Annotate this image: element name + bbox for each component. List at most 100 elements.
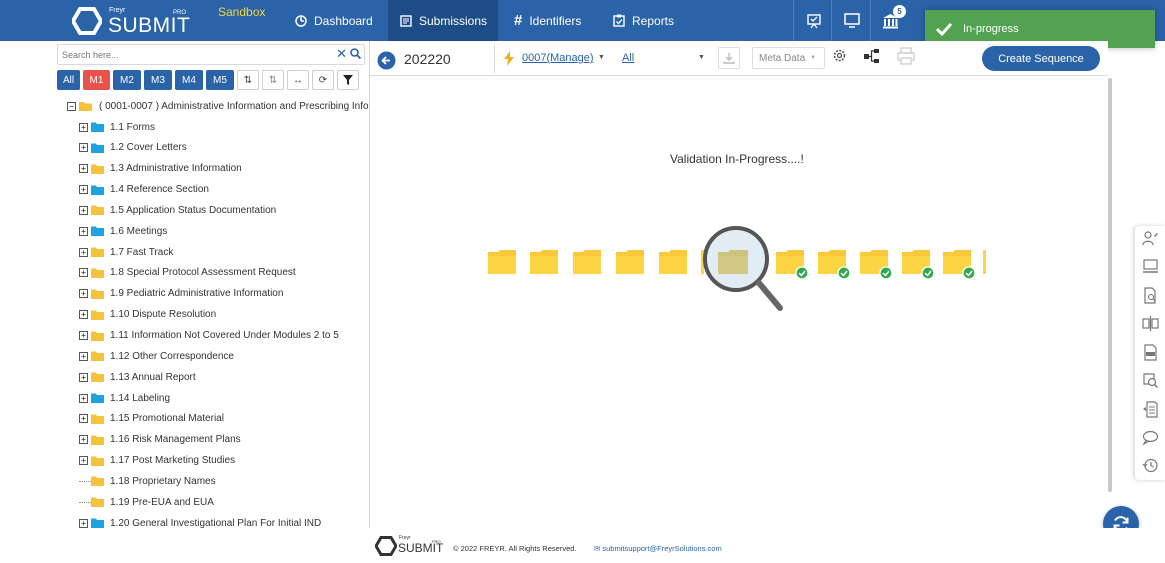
module-m5-button[interactable]: M5 [206,70,234,90]
search-icon[interactable] [350,48,361,59]
meta-data-dropdown[interactable]: Meta Data ▼ [752,47,825,69]
tree-node[interactable]: +1.14 Labeling [79,388,170,408]
tree-node[interactable]: +1.6 Meetings [79,221,167,241]
tree-node[interactable]: +1.11 Information Not Covered Under Modu… [79,326,339,346]
review-icon[interactable] [1142,372,1159,389]
sequence-number: 202220 [404,51,451,67]
tree-node[interactable]: +1.15 Promotional Material [79,409,224,429]
expand-node-icon[interactable]: + [79,518,88,528]
module-filter-bar: All M1 M2 M3 M4 M5 ⇅ ⇅ ↔ ⟳ [57,70,359,90]
footer-hexagon-icon [375,536,397,556]
tree-node[interactable]: 1.18 Proprietary Names [79,471,216,491]
open-folder-icon [79,101,92,111]
sort-desc-button[interactable]: ⇅ [262,70,284,90]
expand-node-icon[interactable]: + [79,122,88,132]
pdf-icon[interactable] [1142,344,1159,361]
refresh-icon: ⟳ [318,74,328,86]
tree-node-label: 1.13 Annual Report [110,371,196,383]
document-arrow-icon[interactable] [1142,401,1159,418]
brand-top-text: Freyr [109,7,126,14]
tree-node[interactable]: +1.5 Application Status Documentation [79,200,276,220]
tree-root-node[interactable]: − ( 0001-0007 ) Administrative Informati… [67,96,369,116]
folder-icon [91,247,104,258]
hexagon-logo-icon [72,7,102,35]
nav-reports[interactable]: Reports [613,0,674,41]
folder-icon [91,164,104,174]
expand-node-icon[interactable]: + [79,226,88,236]
module-m4-button[interactable]: M4 [175,70,203,90]
expand-node-icon[interactable]: + [79,143,88,153]
expand-node-icon[interactable]: + [79,393,88,403]
tree-node[interactable]: +1.16 Risk Management Plans [79,430,241,450]
expand-node-icon[interactable]: + [79,164,88,174]
manage-sequence-link[interactable]: 0007(Manage) [522,52,594,64]
main-scrollbar[interactable] [1108,78,1112,492]
tree-node[interactable]: +1.12 Other Correspondence [79,346,234,366]
dashboard-icon [295,14,307,27]
tree-node[interactable]: +1.17 Post Marketing Studies [79,451,235,471]
tree-search-input[interactable] [58,45,328,64]
support-email-link[interactable]: ✉ submitsupport@FreyrSolutions.com [594,544,722,553]
comment-icon[interactable] [1142,429,1159,446]
assign-icon[interactable] [1142,230,1159,247]
folder-icon [91,143,104,153]
expand-node-icon[interactable]: + [79,435,88,445]
view-filter-select[interactable]: All [622,52,634,64]
monitor-button[interactable] [831,0,871,41]
folder-icon [91,372,104,383]
computer-icon[interactable] [1142,258,1159,275]
print-icon[interactable] [896,47,916,65]
clear-search-icon[interactable]: ✕ [336,46,347,62]
bank-button[interactable]: 5 [870,0,910,41]
nav-submissions[interactable]: Submissions [388,0,498,41]
module-all-button[interactable]: All [57,70,80,90]
expand-node-icon[interactable]: + [79,247,88,257]
module-m3-button[interactable]: M3 [144,70,172,90]
tree-node-label: 1.1 Forms [110,121,156,133]
tree-refresh-button[interactable]: ⟳ [312,70,334,90]
expand-node-icon[interactable]: + [79,289,88,299]
expand-node-icon[interactable]: + [79,310,88,320]
nav-dashboard[interactable]: Dashboard [295,0,373,41]
collapse-icon[interactable]: − [67,101,76,111]
compare-icon[interactable] [1142,315,1159,332]
expand-node-icon[interactable]: + [79,268,88,278]
freyr-submit-logo[interactable]: Freyr SUBMIT PRO [72,5,190,37]
nav-identifiers[interactable]: # Identifiers [514,0,581,41]
hierarchy-icon[interactable] [863,47,881,65]
environment-label: Sandbox [218,5,266,19]
download-button[interactable] [718,47,740,69]
module-m2-button[interactable]: M2 [113,70,141,90]
tree-node[interactable]: +1.9 Pediatric Administrative Informatio… [79,284,283,304]
expand-node-icon[interactable]: + [79,205,88,215]
create-sequence-button[interactable]: Create Sequence [982,46,1100,71]
tree-node[interactable]: 1.19 Pre-EUA and EUA [79,492,214,512]
tree-node[interactable]: +1.3 Administrative Information [79,159,242,179]
search-document-icon[interactable] [1142,287,1159,304]
folder-icon [91,185,104,195]
expand-node-icon[interactable]: + [79,372,88,382]
tree-node[interactable]: +1.13 Annual Report [79,367,196,387]
tree-node[interactable]: +1.1 Forms [79,117,155,137]
expand-node-icon[interactable]: + [79,414,88,424]
manage-dropdown-caret-icon[interactable]: ▼ [598,54,605,61]
tree-node[interactable]: +1.2 Cover Letters [79,138,187,158]
tree-node[interactable]: +1.4 Reference Section [79,180,209,200]
sort-asc-button[interactable]: ⇅ [237,70,259,90]
presentation-button[interactable] [793,0,833,41]
history-icon[interactable] [1142,457,1159,474]
expand-node-icon[interactable]: + [79,185,88,195]
gear-icon[interactable] [832,48,847,63]
expand-button[interactable]: ↔ [287,70,309,90]
filter-dropdown-caret-icon[interactable]: ▼ [698,54,705,61]
tree-node[interactable]: +1.20 General Investigational Plan For I… [79,513,321,528]
expand-node-icon[interactable]: + [79,351,88,361]
tree-node[interactable]: +1.7 Fast Track [79,242,173,262]
tree-node[interactable]: +1.8 Special Protocol Assessment Request [79,263,296,283]
back-arrow-icon[interactable] [377,51,396,70]
expand-node-icon[interactable]: + [79,456,88,466]
expand-node-icon[interactable]: + [79,331,88,340]
tree-node[interactable]: +1.10 Dispute Resolution [79,305,216,325]
module-m1-button[interactable]: M1 [83,70,110,90]
filter-button[interactable] [337,70,359,90]
